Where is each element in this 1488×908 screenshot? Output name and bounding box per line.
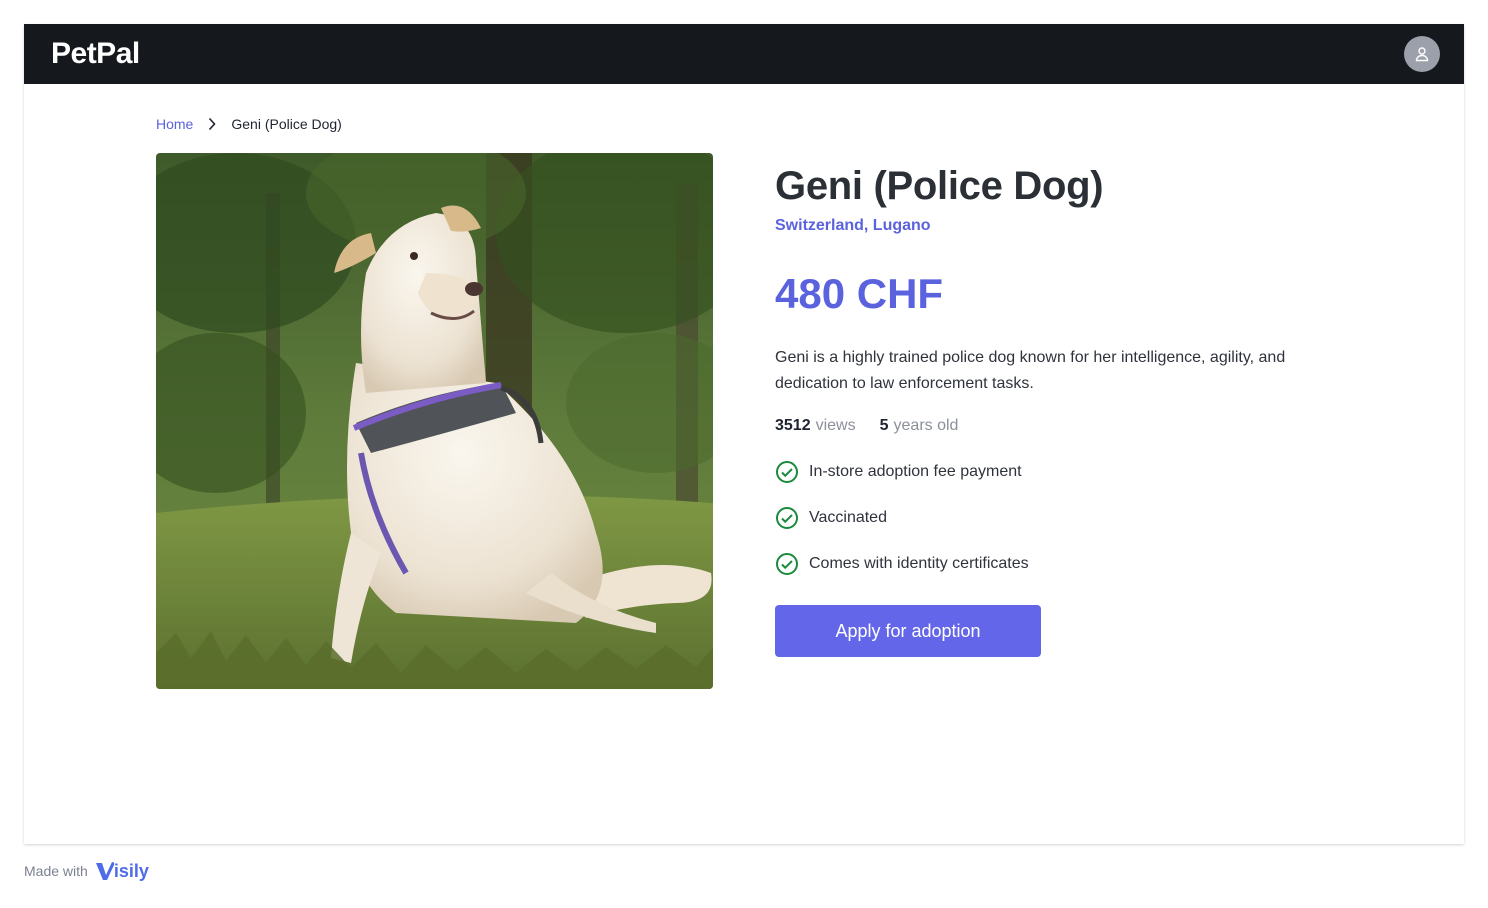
- visily-v-icon: [95, 862, 115, 880]
- pet-stats: 3512 views 5 years old: [775, 417, 1355, 435]
- check-circle-icon: [776, 461, 798, 483]
- breadcrumb: Home Geni (Police Dog): [156, 116, 342, 132]
- views-label: views: [815, 417, 856, 434]
- user-icon: [1415, 47, 1429, 62]
- age-label: years old: [893, 417, 959, 434]
- breadcrumb-current: Geni (Police Dog): [231, 116, 342, 132]
- pet-description: Geni is a highly trained police dog know…: [775, 349, 1286, 392]
- made-with-label: Made with: [24, 863, 88, 879]
- age-count: 5: [879, 417, 889, 434]
- user-avatar[interactable]: [1404, 36, 1440, 72]
- check-circle-icon: [776, 507, 798, 529]
- pet-location: Switzerland, Lugano: [775, 217, 931, 234]
- pet-photo: [156, 153, 713, 689]
- feature-list: In-store adoption fee payment Vaccinated…: [775, 449, 1355, 587]
- feature-label: In-store adoption fee payment: [809, 463, 1022, 480]
- feature-item: Vaccinated: [775, 495, 1355, 541]
- visily-logo: isily: [94, 860, 149, 882]
- page-frame: PetPal Home Geni (Police Dog) Geni (Poli…: [24, 24, 1464, 844]
- top-navbar: PetPal: [24, 24, 1464, 84]
- pet-name: Geni (Police Dog): [775, 164, 1104, 208]
- made-with-footer[interactable]: Made with isily: [24, 860, 149, 882]
- views-count: 3512: [775, 417, 811, 434]
- breadcrumb-home-link[interactable]: Home: [156, 116, 193, 132]
- chevron-right-icon: [207, 117, 217, 131]
- pet-details: Geni (Police Dog) Switzerland, Lugano 48…: [775, 162, 1355, 657]
- pet-price: 480 CHF: [775, 270, 944, 317]
- feature-label: Vaccinated: [809, 509, 887, 526]
- dog-photo-illustration: [156, 153, 713, 689]
- feature-label: Comes with identity certificates: [809, 555, 1029, 572]
- visily-brand-text: isily: [113, 860, 149, 881]
- views-stat: 3512 views: [775, 417, 856, 435]
- feature-item: In-store adoption fee payment: [775, 449, 1355, 495]
- apply-for-adoption-button[interactable]: Apply for adoption: [775, 605, 1041, 657]
- age-stat: 5 years old: [880, 417, 959, 435]
- check-circle-icon: [776, 553, 798, 575]
- feature-item: Comes with identity certificates: [775, 541, 1355, 587]
- app-logo[interactable]: PetPal: [51, 37, 140, 71]
